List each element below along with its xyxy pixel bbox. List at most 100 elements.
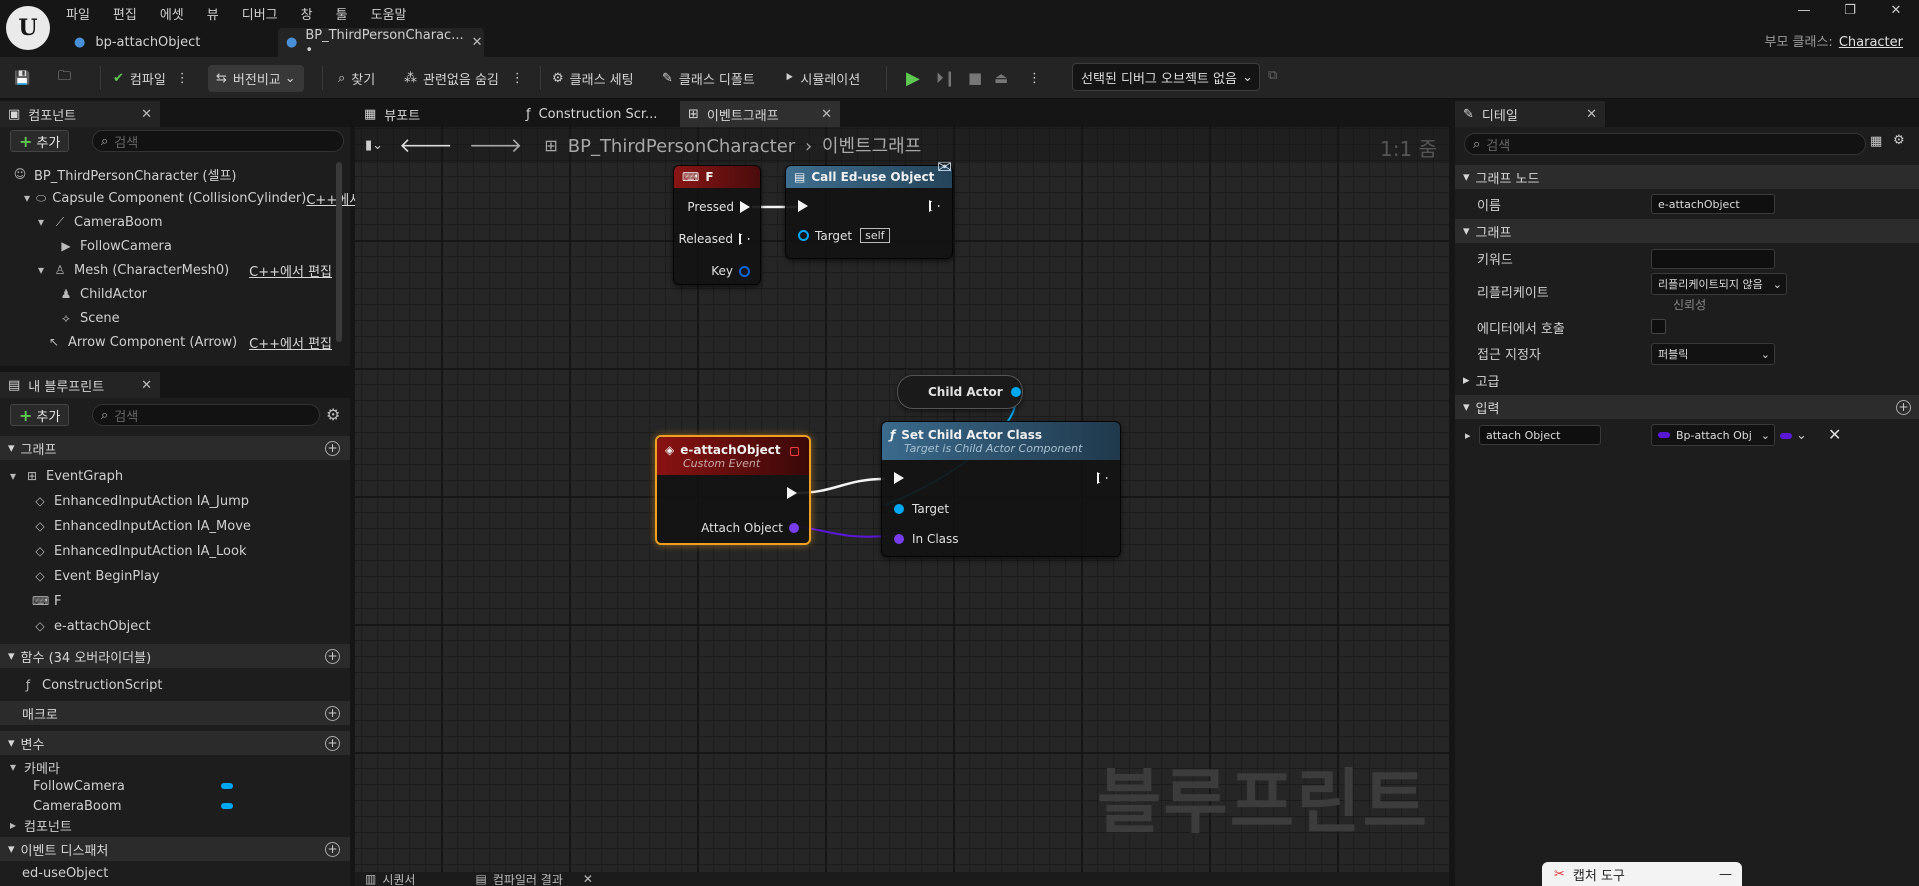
forward-arrow-icon[interactable]: 🡒	[469, 133, 523, 157]
play-button[interactable]: ▶	[906, 57, 920, 99]
menu-help[interactable]: 도움말	[371, 4, 407, 23]
unreal-logo-icon[interactable]: U	[6, 6, 50, 50]
doc-tab-bp-thirdpersoncharacter[interactable]: ● BP_ThirdPersonCharac... • ✕	[278, 28, 484, 58]
add-member-button[interactable]: + 추가	[10, 404, 70, 426]
minimize-icon[interactable]: —	[1719, 867, 1732, 882]
component-item[interactable]: ♟ ChildActor	[58, 284, 147, 304]
tab-construction-script[interactable]: ƒ Construction Scr...	[518, 101, 678, 127]
event-item[interactable]: ◇ e-attachObject	[32, 616, 150, 636]
step-button[interactable]: ⏵❙	[936, 57, 956, 99]
remove-input-icon[interactable]: ✕	[1828, 425, 1841, 444]
container-type-select[interactable]: ⌄	[1780, 428, 1807, 443]
menu-view[interactable]: 뷰	[207, 4, 219, 23]
event-item[interactable]: ◇ EnhancedInputAction IA_Move	[32, 516, 251, 536]
parent-class-link[interactable]: Character	[1839, 35, 1903, 50]
graph-section-header[interactable]: ▾ 그래프 +	[0, 436, 350, 460]
details-search-input[interactable]: ⌕ 검색	[1464, 133, 1866, 155]
key-pin[interactable]: Key	[711, 264, 750, 278]
function-item[interactable]: ƒ ConstructionScript	[20, 675, 163, 695]
menu-asset[interactable]: 에셋	[160, 4, 184, 23]
close-icon[interactable]: ✕	[472, 35, 483, 50]
component-item[interactable]: ▾ ♙ Mesh (CharacterMesh0) C++에서 편집	[36, 260, 332, 280]
close-icon[interactable]: ✕	[821, 107, 832, 122]
dispatchers-section-header[interactable]: ▾ 이벤트 디스패처 +	[0, 837, 350, 861]
doc-tab-bp-attachobject[interactable]: ● bp-attachObject	[66, 28, 276, 57]
edit-in-cpp-link[interactable]: C++에서 편집	[249, 333, 332, 352]
capture-tool-window[interactable]: ✂ 캡처 도구 —	[1542, 862, 1742, 886]
find-button[interactable]: ⌕ 찾기	[338, 57, 375, 99]
target-pin[interactable]: Target	[894, 502, 949, 516]
close-icon[interactable]: ✕	[1586, 107, 1597, 122]
event-item[interactable]: ◇ EnhancedInputAction IA_Jump	[32, 491, 249, 511]
self-value-box[interactable]: self	[860, 228, 890, 243]
f-key-node[interactable]: ⌨ F Pressed Released Key	[673, 165, 761, 285]
variables-section-header[interactable]: ▾ 변수 +	[0, 731, 350, 755]
variable-category[interactable]: ▸ 컴포넌트	[8, 815, 72, 835]
debug-filter-icon[interactable]: ⧉	[1268, 68, 1277, 83]
dispatcher-item[interactable]: ed-useObject	[22, 863, 108, 883]
input-name-field[interactable]: attach Object	[1479, 425, 1601, 445]
component-item[interactable]: ▾ ⟋ CameraBoom	[36, 212, 163, 232]
plus-icon[interactable]: +	[325, 705, 340, 721]
add-component-button[interactable]: + 추가	[10, 130, 70, 152]
close-window-icon[interactable]: ✕	[1873, 0, 1919, 24]
menu-debug[interactable]: 디버그	[242, 4, 278, 23]
more-icon[interactable]: ⋮	[176, 71, 189, 86]
target-pin[interactable]: Target self	[798, 228, 890, 243]
component-item[interactable]: ↖ Arrow Component (Arrow) C++에서 편집	[46, 332, 332, 352]
menu-tools[interactable]: 툴	[336, 4, 348, 23]
save-button[interactable]: 💾	[14, 57, 36, 99]
component-item[interactable]: ▾ ⬭ Capsule Component (CollisionCylinder) C…	[24, 188, 361, 208]
tab-compiler-results[interactable]: ▤ 컴파일러 결과 ✕	[475, 871, 592, 886]
add-input-icon[interactable]: +	[1896, 399, 1911, 415]
my-blueprint-tab[interactable]: ▤ 내 블루프린트 ✕	[0, 372, 160, 398]
menu-file[interactable]: 파일	[66, 4, 90, 23]
close-icon[interactable]: ✕	[141, 378, 152, 393]
advanced-section[interactable]: ▸ 고급	[1455, 368, 1919, 392]
browse-button[interactable]: 🗀	[58, 57, 77, 99]
delegate-pin-icon[interactable]	[790, 447, 799, 456]
simulation-button[interactable]: ⯈ 시뮬레이션	[784, 57, 860, 99]
class-settings-button[interactable]: ⚙ 클래스 세팅	[552, 57, 634, 99]
child-actor-getter-node[interactable]: Child Actor	[897, 375, 1023, 409]
gear-icon[interactable]: ⚙	[1893, 133, 1905, 148]
macros-section-header[interactable]: 매크로 +	[0, 701, 350, 725]
graph-node-section[interactable]: ▾ 그래프 노드	[1455, 165, 1919, 189]
table-view-icon[interactable]: ▦	[1870, 134, 1882, 149]
gear-icon[interactable]: ⚙	[326, 405, 340, 424]
my-blueprint-search-input[interactable]: ⌕ 검색	[92, 404, 320, 426]
plus-icon[interactable]: +	[325, 735, 340, 751]
more-icon[interactable]: ⋮	[511, 71, 524, 86]
debug-object-select[interactable]: 선택된 디버그 오브젝트 없음 ⌄	[1072, 63, 1260, 91]
breadcrumb-root[interactable]: BP_ThirdPersonCharacter	[568, 136, 795, 157]
back-arrow-icon[interactable]: 🡐	[399, 133, 453, 157]
tab-sequencer[interactable]: ▥ 시퀀서	[365, 871, 415, 886]
event-item[interactable]: ◇ Event BeginPlay	[32, 566, 159, 586]
variable-item[interactable]: CameraBoom	[33, 796, 233, 816]
variable-item[interactable]: FollowCamera	[33, 776, 233, 796]
replicate-select[interactable]: 리플리케이트되지 않음 ⌄	[1651, 273, 1787, 295]
edit-in-cpp-link[interactable]: C++에서 편집	[249, 261, 332, 280]
diff-button[interactable]: ⇆ 버전비교 ⌄	[208, 57, 304, 99]
node-name-input[interactable]: e-attachObject	[1651, 194, 1775, 214]
component-item[interactable]: ⟡ Scene	[58, 308, 120, 328]
menu-window[interactable]: 창	[301, 4, 313, 23]
tab-viewport[interactable]: ▦ 뷰포트	[356, 101, 516, 127]
components-tab[interactable]: ▣ 컴포넌트 ✕	[0, 101, 160, 127]
in-class-pin[interactable]: In Class	[894, 532, 959, 546]
exec-out-pin[interactable]	[1097, 472, 1108, 484]
minimize-icon[interactable]: —	[1781, 0, 1827, 24]
details-tab[interactable]: ✎ 디테일 ✕	[1455, 101, 1605, 127]
close-icon[interactable]: ✕	[583, 872, 593, 886]
components-scrollbar[interactable]	[336, 162, 342, 342]
component-item[interactable]: ▶ FollowCamera	[58, 236, 171, 256]
event-graph-item[interactable]: ▾ ⊞ EventGraph	[8, 466, 123, 486]
pressed-pin[interactable]: Pressed	[687, 200, 750, 214]
components-search-input[interactable]: ⌕ 검색	[92, 130, 344, 152]
event-item[interactable]: ⌨ F	[32, 591, 61, 611]
released-pin[interactable]: Released	[678, 232, 750, 246]
variable-category[interactable]: ▾ 카메라	[8, 757, 60, 777]
chevron-right-icon[interactable]: ▸	[1465, 429, 1471, 442]
exec-in-pin[interactable]	[798, 200, 808, 212]
stop-button[interactable]: ■	[968, 57, 982, 99]
